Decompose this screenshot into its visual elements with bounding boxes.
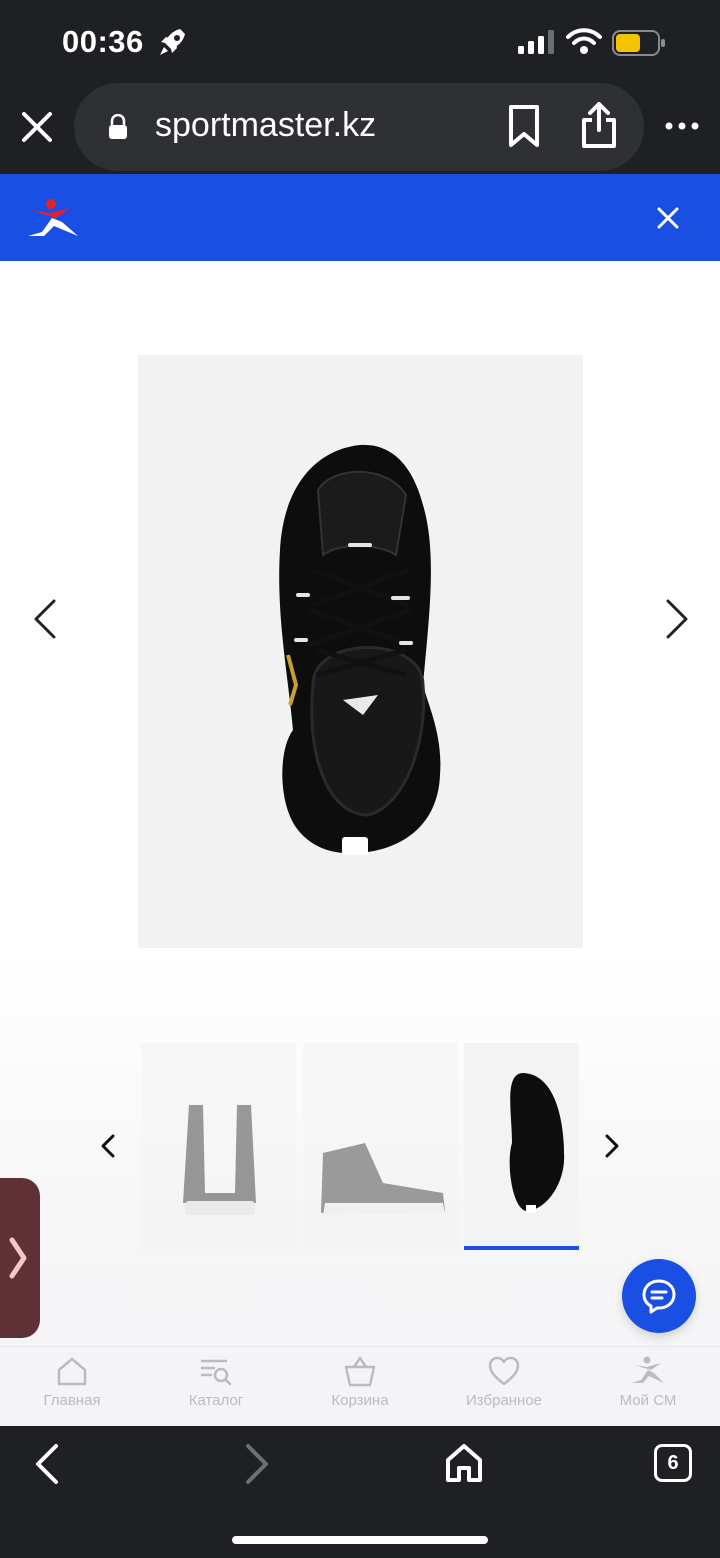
shoe-top-thumbnail xyxy=(509,1073,565,1213)
tabs-button[interactable]: 6 xyxy=(654,1444,692,1482)
shoe-side-thumbnail xyxy=(321,1143,445,1215)
nav-item-basket[interactable]: Корзина xyxy=(305,1354,415,1409)
nav-item-my-sm[interactable]: Мой СМ xyxy=(593,1354,703,1409)
browser-home-icon[interactable] xyxy=(444,1442,484,1484)
status-time: 00:36 xyxy=(62,24,144,59)
signal-icon xyxy=(518,30,554,54)
sportmaster-logo[interactable] xyxy=(26,196,80,240)
bookmark-icon[interactable] xyxy=(506,104,542,148)
gallery-next-icon[interactable] xyxy=(660,598,692,640)
gallery-prev-icon[interactable] xyxy=(30,598,62,640)
nav-label-basket: Корзина xyxy=(331,1392,389,1409)
rocket-icon xyxy=(160,29,185,55)
thumbnail-top-view[interactable] xyxy=(464,1043,579,1250)
thumbnail-side-view[interactable] xyxy=(303,1043,458,1250)
close-icon[interactable] xyxy=(18,108,56,146)
nav-item-home[interactable]: Главная xyxy=(17,1354,127,1409)
chat-button[interactable] xyxy=(622,1259,696,1333)
home-icon xyxy=(57,1357,87,1386)
catalog-search-icon xyxy=(200,1359,232,1386)
chat-icon xyxy=(642,1279,676,1314)
thumbnail-back-view[interactable] xyxy=(141,1043,296,1250)
nav-label-my-sm: Мой СМ xyxy=(619,1392,677,1409)
forward-icon[interactable] xyxy=(240,1442,272,1486)
product-main-image[interactable] xyxy=(138,355,583,948)
sportmaster-logo-icon xyxy=(632,1356,664,1383)
nav-label-home: Главная xyxy=(43,1392,101,1409)
chevron-right-icon xyxy=(9,1237,27,1279)
promo-banner xyxy=(0,174,720,261)
nav-item-favorites[interactable]: Избранное xyxy=(449,1354,559,1409)
banner-close-icon[interactable] xyxy=(656,206,680,230)
thumbnail-next-icon[interactable] xyxy=(602,1133,622,1159)
back-icon[interactable] xyxy=(32,1442,64,1486)
nav-label-favorites: Избранное xyxy=(465,1392,543,1409)
nav-item-catalog[interactable]: Каталог xyxy=(161,1354,271,1409)
shoe-top-view xyxy=(279,444,441,855)
shoe-back-thumbnail xyxy=(183,1105,256,1215)
url-text[interactable]: sportmaster.kz xyxy=(155,106,376,145)
thumbnail-prev-icon[interactable] xyxy=(98,1133,118,1159)
home-indicator xyxy=(232,1536,488,1544)
share-icon[interactable] xyxy=(580,100,618,150)
lock-icon xyxy=(109,114,127,139)
heart-icon xyxy=(488,1356,520,1386)
battery-icon xyxy=(612,30,665,56)
side-drawer-tab[interactable] xyxy=(0,1178,40,1338)
nav-label-catalog: Каталог xyxy=(188,1392,244,1409)
thumbnail-selected-indicator xyxy=(464,1246,579,1250)
more-icon[interactable] xyxy=(664,114,700,138)
wifi-icon xyxy=(566,28,602,54)
basket-icon xyxy=(344,1356,376,1387)
